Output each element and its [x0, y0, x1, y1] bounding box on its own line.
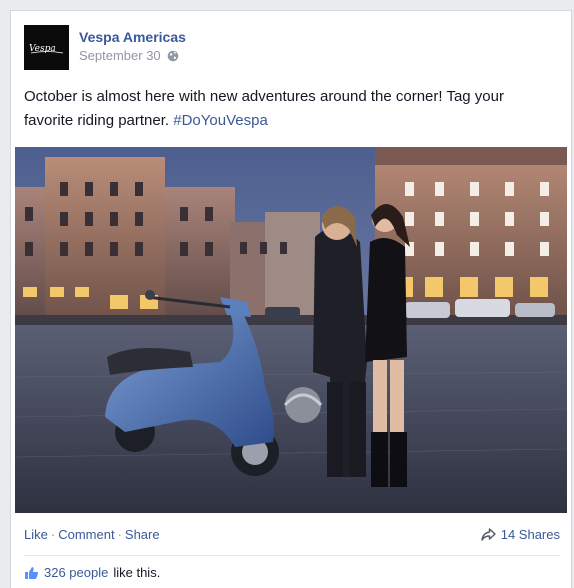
post-date[interactable]: September 30: [79, 48, 161, 63]
thumbs-up-icon: [25, 566, 39, 579]
hashtag-link[interactable]: #DoYouVespa: [173, 112, 268, 129]
like-button[interactable]: Like: [24, 527, 48, 542]
post-message: October is almost here with new adventur…: [24, 85, 554, 133]
likes-summary: 326 people like this.: [24, 565, 160, 580]
action-separator: ·: [117, 527, 122, 542]
post-photo[interactable]: [15, 147, 567, 513]
post-card: Vespa Vespa Americas September 30 Octobe…: [10, 10, 572, 588]
page-name-link[interactable]: Vespa Americas: [79, 29, 186, 45]
share-button[interactable]: Share: [125, 527, 160, 542]
comment-button[interactable]: Comment: [58, 527, 114, 542]
likes-suffix: like this.: [113, 565, 161, 580]
page-avatar[interactable]: Vespa: [24, 25, 69, 70]
vespa-photo-illustration: [15, 147, 567, 513]
actions-divider: [24, 555, 560, 556]
likes-count-link[interactable]: 326 people: [44, 565, 108, 580]
shares-count: 14 Shares: [500, 527, 560, 542]
post-meta: September 30: [79, 48, 179, 63]
action-separator: ·: [50, 527, 56, 542]
post-actions: Like · Comment · Share 14 Shares: [24, 524, 560, 546]
share-arrow-icon: [481, 528, 496, 541]
vespa-logo: Vespa: [29, 44, 63, 54]
globe-icon[interactable]: [167, 50, 179, 62]
shares-count-link[interactable]: 14 Shares: [481, 527, 560, 542]
